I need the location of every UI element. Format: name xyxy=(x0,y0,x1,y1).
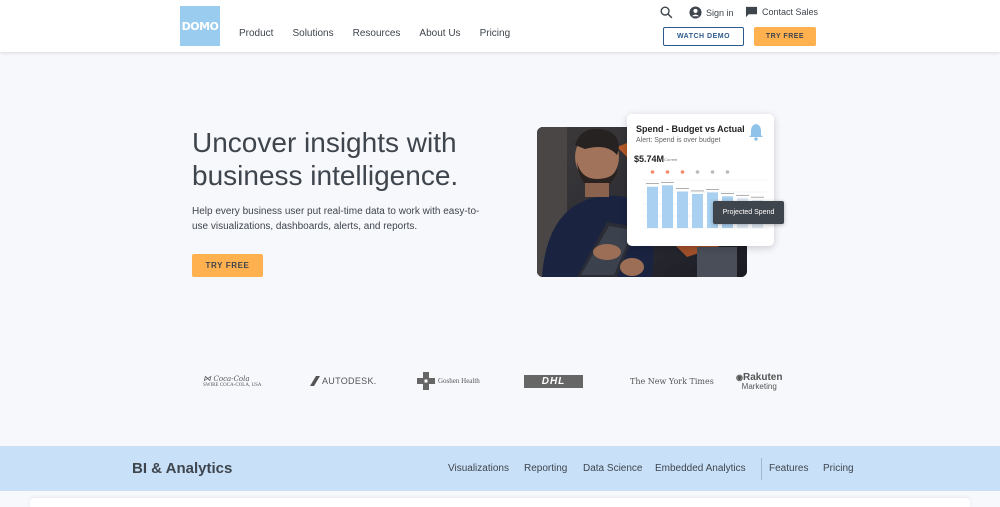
goshen-cross-icon xyxy=(417,372,435,390)
try-free-hero-button[interactable]: TRY FREE xyxy=(192,254,263,277)
sign-in-link[interactable]: Sign in xyxy=(689,6,734,19)
chart-bar xyxy=(677,191,688,228)
subnav-pricing[interactable]: Pricing xyxy=(823,463,854,474)
chart-bar xyxy=(662,185,673,228)
logo-nytimes: The New York Times xyxy=(630,376,714,386)
chart-alert-dot xyxy=(695,170,700,174)
budget-alert-card: Spend - Budget vs Actual Alert: Spend is… xyxy=(627,114,774,246)
card-value-label: Current xyxy=(664,157,678,162)
content-card-edge xyxy=(30,498,970,507)
subnav-visualizations[interactable]: Visualizations xyxy=(448,463,509,474)
chart-bar xyxy=(647,186,658,228)
watch-demo-button[interactable]: WATCH DEMO xyxy=(663,27,744,46)
nav-solutions[interactable]: Solutions xyxy=(292,28,333,39)
logo-goshen-health: Goshen Health xyxy=(417,367,480,395)
nav-pricing[interactable]: Pricing xyxy=(480,28,511,39)
subnav-data-science[interactable]: Data Science xyxy=(583,463,642,474)
customer-logos: ⋈ Coca-Cola SWIRE COCA-COLA, USA AUTODES… xyxy=(200,367,810,395)
nav-product[interactable]: Product xyxy=(239,28,273,39)
main-nav: Product Solutions Resources About Us Pri… xyxy=(239,28,529,39)
contact-sales-link[interactable]: Contact Sales xyxy=(745,6,818,18)
subnav-reporting[interactable]: Reporting xyxy=(524,463,567,474)
bi-analytics-subnav: BI & Analytics Visualizations Reporting … xyxy=(0,446,1000,491)
card-title: Spend - Budget vs Actual xyxy=(636,124,745,134)
chart-alert-dot xyxy=(725,170,730,174)
nav-about-us[interactable]: About Us xyxy=(419,28,460,39)
chart-alert-dot xyxy=(680,170,685,174)
sign-in-label: Sign in xyxy=(706,7,734,18)
logo-rakuten-marketing: ◉Rakuten Marketing xyxy=(736,371,783,391)
subnav-title: BI & Analytics xyxy=(132,460,233,477)
user-icon xyxy=(689,6,702,19)
site-header: DOMO Product Solutions Resources About U… xyxy=(0,0,1000,52)
search-icon xyxy=(660,6,673,19)
projected-spend-tooltip: Projected Spend xyxy=(713,201,784,224)
nav-resources[interactable]: Resources xyxy=(353,28,401,39)
try-free-header-button[interactable]: TRY FREE xyxy=(754,27,816,46)
chart-alert-dot xyxy=(710,170,715,174)
chat-icon xyxy=(745,6,758,18)
subnav-divider xyxy=(761,458,762,480)
subnav-features[interactable]: Features xyxy=(769,463,808,474)
chart-alert-dot xyxy=(665,170,670,174)
domo-logo[interactable]: DOMO xyxy=(180,6,220,46)
logo-swire-coca-cola: ⋈ Coca-Cola SWIRE COCA-COLA, USA xyxy=(203,374,262,388)
logo-autodesk: AUTODESK. xyxy=(310,367,377,395)
card-value: $5.74M xyxy=(634,154,665,164)
autodesk-icon xyxy=(310,376,320,386)
bell-icon xyxy=(749,124,763,141)
logo-dhl: DHL xyxy=(524,367,583,395)
search-button[interactable] xyxy=(660,6,673,19)
hero-subtitle: Help every business user put real-time d… xyxy=(192,206,480,232)
hero-title: Uncover insights with business intellige… xyxy=(192,127,459,191)
card-alert: Alert: Spend is over budget xyxy=(636,137,721,144)
chart-alert-dot xyxy=(650,170,655,174)
subnav-embedded-analytics[interactable]: Embedded Analytics xyxy=(655,463,746,474)
contact-sales-label: Contact Sales xyxy=(762,7,819,17)
chart-bar xyxy=(692,193,703,228)
